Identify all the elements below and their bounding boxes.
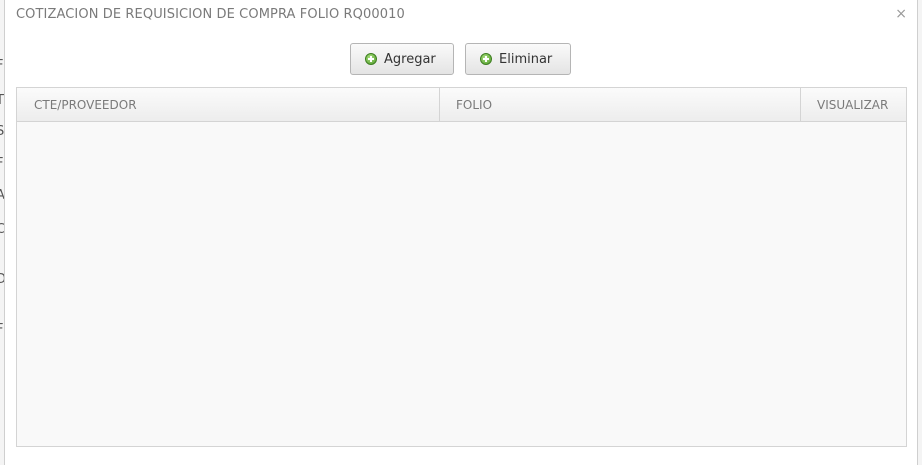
grid-header: CTE/PROVEEDOR FOLIO VISUALIZAR bbox=[17, 88, 906, 122]
add-button-label: Agregar bbox=[384, 51, 436, 67]
column-header-view[interactable]: VISUALIZAR bbox=[801, 88, 906, 121]
column-header-folio[interactable]: FOLIO bbox=[440, 88, 801, 121]
delete-button-label: Eliminar bbox=[499, 51, 553, 67]
grid-body bbox=[17, 122, 906, 446]
quotation-dialog: COTIZACION DE REQUISICION DE COMPRA FOLI… bbox=[4, 0, 918, 465]
add-circle-icon bbox=[365, 53, 377, 65]
quotation-grid: CTE/PROVEEDOR FOLIO VISUALIZAR bbox=[16, 87, 907, 447]
delete-button[interactable]: Eliminar bbox=[465, 43, 571, 75]
background-text: F bbox=[0, 58, 3, 73]
add-button[interactable]: Agregar bbox=[350, 43, 454, 75]
background-text: F bbox=[0, 156, 3, 171]
dialog-title: COTIZACION DE REQUISICION DE COMPRA FOLI… bbox=[16, 7, 405, 22]
add-circle-icon bbox=[480, 53, 492, 65]
background-text: F bbox=[0, 322, 3, 337]
toolbar: Agregar Eliminar bbox=[5, 43, 917, 77]
column-header-supplier[interactable]: CTE/PROVEEDOR bbox=[17, 88, 440, 121]
close-icon[interactable]: × bbox=[895, 6, 907, 22]
